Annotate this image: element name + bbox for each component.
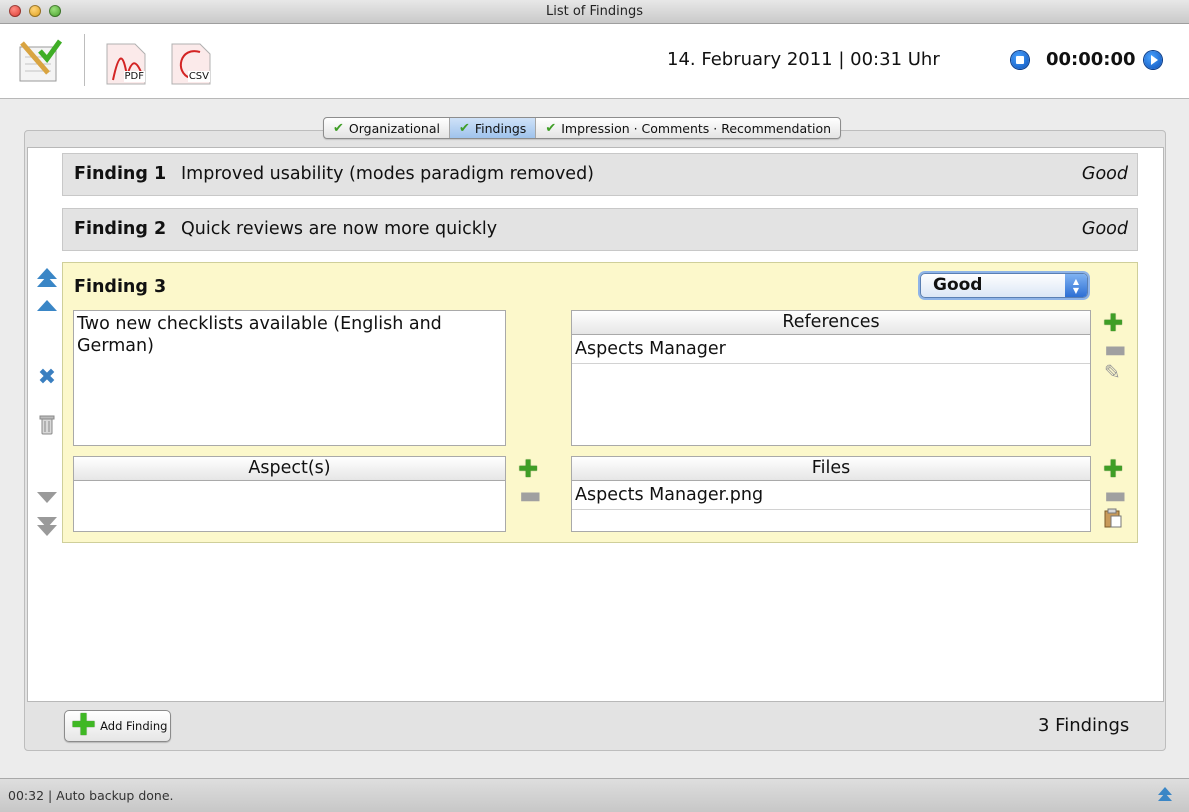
- add-file-button[interactable]: ✚: [1103, 457, 1123, 481]
- findings-count: 3 Findings: [1038, 715, 1130, 736]
- start-timer-button[interactable]: [1144, 51, 1162, 69]
- finding-title: Quick reviews are now more quickly: [181, 219, 498, 239]
- title-bar: List of Findings: [0, 0, 1189, 24]
- remove-reference-button[interactable]: ▬: [1104, 337, 1127, 361]
- review-timer: 00:00:00: [1046, 49, 1136, 70]
- add-finding-button[interactable]: ✚ Add Finding: [64, 710, 171, 742]
- files-header: Files: [572, 457, 1090, 481]
- x-icon: ✖: [37, 365, 57, 390]
- plus-icon: ✚: [1103, 309, 1124, 337]
- finding-title: Improved usability (modes paradigm remov…: [181, 164, 595, 184]
- checkmark-icon: ✔: [545, 120, 557, 136]
- play-icon: [1151, 55, 1158, 65]
- files-list[interactable]: Files Aspects Manager.png: [571, 456, 1091, 532]
- window-title: List of Findings: [545, 4, 644, 19]
- move-to-bottom-button[interactable]: [37, 517, 57, 536]
- up-arrow-icon: [37, 300, 57, 311]
- finding-row-1[interactable]: Finding 1 Improved usability (modes para…: [62, 153, 1138, 196]
- remove-aspect-button[interactable]: ▬: [519, 483, 542, 507]
- minus-icon: ▬: [1104, 335, 1127, 363]
- finding-label: Finding 1: [74, 164, 167, 184]
- plus-icon: ✚: [71, 708, 97, 743]
- trash-icon: [39, 415, 55, 435]
- checkmark-icon: ✔: [458, 120, 470, 136]
- delete-finding-button[interactable]: ✖: [37, 366, 57, 390]
- move-down-button[interactable]: [37, 492, 57, 503]
- rating-select[interactable]: Good ▲ ▼: [920, 273, 1088, 298]
- csv-label: CSV: [187, 71, 210, 82]
- status-bar: 00:32 | Auto backup done.: [0, 778, 1189, 812]
- finding-rating: Good: [1081, 164, 1128, 184]
- stop-icon: [1016, 56, 1024, 64]
- tab-impression-comments-recommendation[interactable]: ✔ Impression · Comments · Recommendation: [536, 118, 840, 138]
- toolbar: PDF CSV 14. February 2011 | 00:31 Uhr 00…: [0, 24, 1189, 99]
- checklist-icon[interactable]: [16, 37, 64, 85]
- tab-findings[interactable]: ✔ Findings: [449, 118, 537, 138]
- rating-value: Good: [933, 275, 983, 295]
- aspects-list[interactable]: Aspect(s): [73, 456, 506, 532]
- finding-label: Finding 2: [74, 219, 167, 239]
- aspects-header: Aspect(s): [74, 457, 505, 481]
- tab-label: Impression · Comments · Recommendation: [561, 120, 832, 136]
- plus-icon: ✚: [518, 455, 539, 483]
- finding-label: Finding 3: [74, 277, 167, 297]
- finding-row-2[interactable]: Finding 2 Quick reviews are now more qui…: [62, 208, 1138, 251]
- clipboard-icon: [1104, 508, 1122, 528]
- checkmark-icon: ✔: [333, 120, 344, 136]
- tab-label: Organizational: [348, 120, 440, 136]
- description-textarea[interactable]: Two new checklists available (English an…: [73, 310, 506, 446]
- minus-icon: ▬: [519, 481, 542, 509]
- pdf-label: PDF: [123, 71, 145, 82]
- references-header: References: [572, 311, 1090, 335]
- list-item[interactable]: Aspects Manager: [572, 335, 1090, 364]
- tab-label: Findings: [474, 120, 527, 136]
- remove-file-button[interactable]: ▬: [1104, 483, 1127, 507]
- current-datetime: 14. February 2011 | 00:31 Uhr: [667, 49, 940, 70]
- pencil-icon: ✎: [1104, 360, 1121, 384]
- minus-icon: ▬: [1104, 481, 1127, 509]
- list-item[interactable]: Aspects Manager.png: [572, 481, 1090, 510]
- eject-up-icon[interactable]: [1158, 787, 1172, 803]
- plus-icon: ✚: [1103, 455, 1124, 483]
- tab-bar: ✔ Organizational ✔ Findings ✔ Impression · …: [323, 117, 842, 139]
- edit-reference-button[interactable]: ✎: [1104, 362, 1121, 382]
- description-text: Two new checklists available (English an…: [77, 314, 442, 356]
- status-text: 00:32 | Auto backup done.: [8, 788, 174, 803]
- references-list[interactable]: References Aspects Manager: [571, 310, 1091, 446]
- add-finding-label: Add Finding: [100, 719, 168, 733]
- toolbar-separator: [84, 34, 85, 86]
- move-up-button[interactable]: [37, 300, 57, 311]
- double-down-arrow-icon: [37, 517, 57, 536]
- down-arrow-icon: [37, 492, 57, 503]
- finding-editor: Finding 3 Good ▲ ▼ Two new checklists ava…: [62, 262, 1138, 543]
- export-csv-button[interactable]: CSV: [170, 42, 212, 86]
- stop-timer-button[interactable]: [1011, 51, 1029, 69]
- add-reference-button[interactable]: ✚: [1103, 311, 1123, 335]
- stepper-arrows-icon: ▲ ▼: [1065, 274, 1087, 297]
- double-up-arrow-icon: [37, 268, 57, 287]
- tab-organizational[interactable]: ✔ Organizational: [324, 118, 450, 138]
- add-aspect-button[interactable]: ✚: [518, 457, 538, 481]
- finding-rating: Good: [1081, 219, 1128, 239]
- paste-file-button[interactable]: [1104, 508, 1122, 531]
- move-to-top-button[interactable]: [37, 268, 57, 287]
- trash-button[interactable]: [37, 414, 57, 440]
- export-pdf-button[interactable]: PDF: [105, 42, 147, 86]
